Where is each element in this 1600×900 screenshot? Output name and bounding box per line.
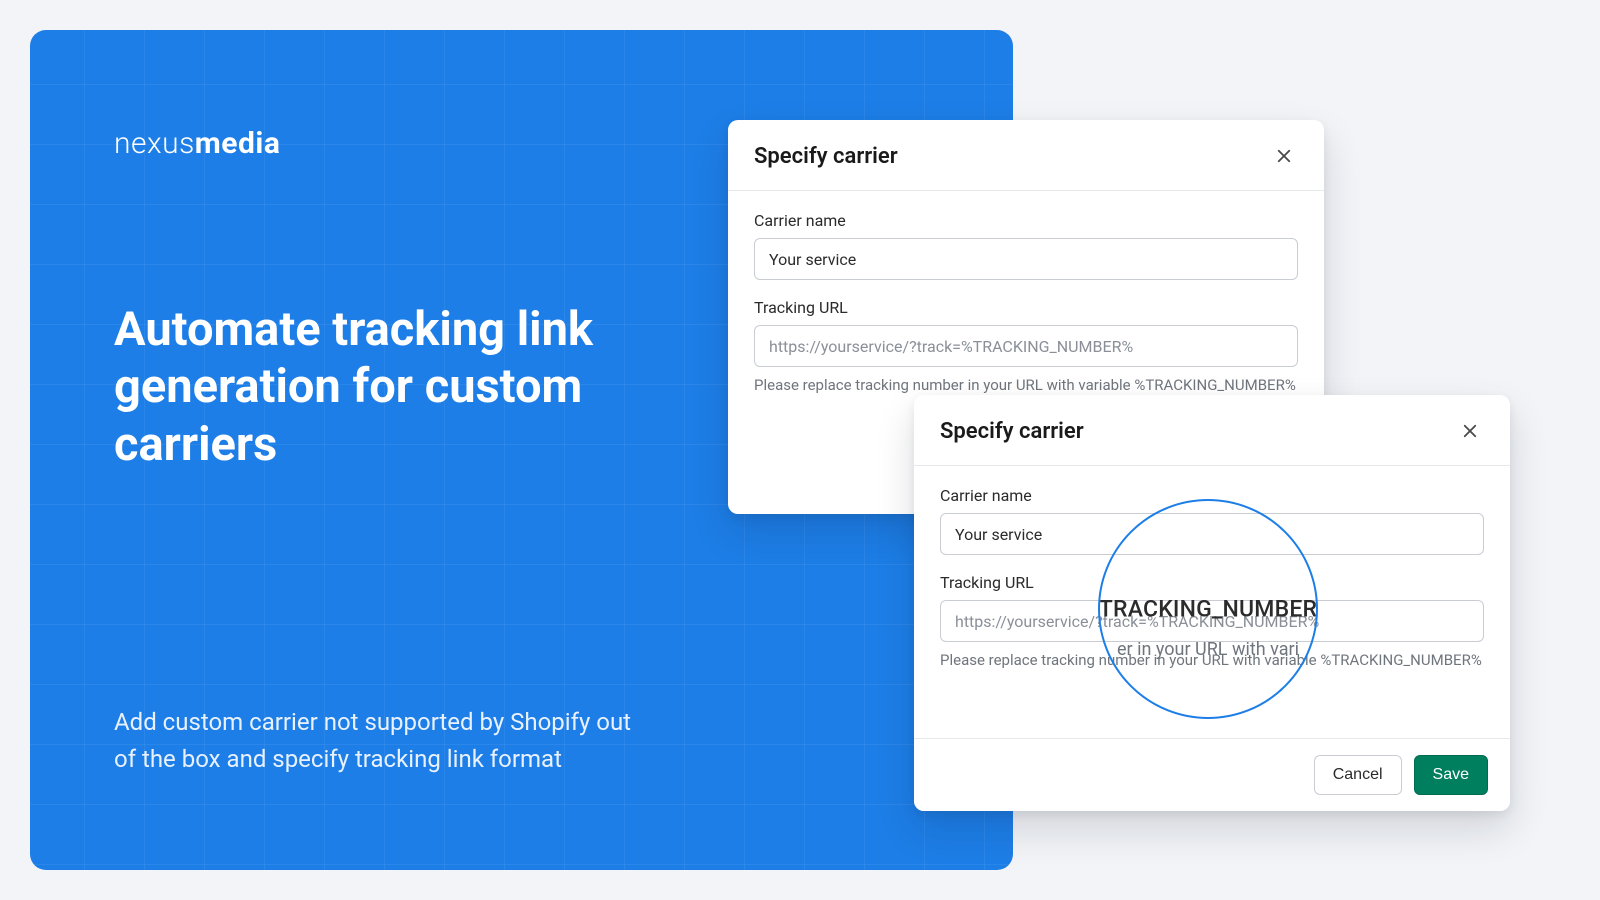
modal-body: Carrier name Tracking URL Please replace… <box>914 466 1510 698</box>
tracking-url-input[interactable] <box>754 325 1298 367</box>
modal-header: Specify carrier <box>914 395 1510 466</box>
carrier-name-label: Carrier name <box>940 486 1484 505</box>
tracking-url-field: Tracking URL Please replace tracking num… <box>754 298 1298 397</box>
tracking-url-input[interactable] <box>940 600 1484 642</box>
hero-subcopy: Add custom carrier not supported by Shop… <box>114 704 634 778</box>
tracking-url-label: Tracking URL <box>754 298 1298 317</box>
brand-light: nexus <box>114 126 195 161</box>
close-icon <box>1275 147 1293 165</box>
tracking-url-help: Please replace tracking number in your U… <box>754 375 1298 397</box>
modal-body: Carrier name Tracking URL Please replace… <box>728 191 1324 423</box>
close-button[interactable] <box>1270 142 1298 170</box>
specify-carrier-modal-front: Specify carrier Carrier name Tracking UR… <box>914 395 1510 811</box>
tracking-url-help: Please replace tracking number in your U… <box>940 650 1484 672</box>
modal-header: Specify carrier <box>728 120 1324 191</box>
brand-bold: media <box>195 126 281 161</box>
carrier-name-field: Carrier name <box>754 211 1298 280</box>
modal-footer: Cancel Save <box>914 738 1510 811</box>
close-button[interactable] <box>1456 417 1484 445</box>
carrier-name-input[interactable] <box>754 238 1298 280</box>
hero-headline: Automate tracking link generation for cu… <box>114 301 734 473</box>
carrier-name-input[interactable] <box>940 513 1484 555</box>
carrier-name-label: Carrier name <box>754 211 1298 230</box>
cancel-button[interactable]: Cancel <box>1314 755 1402 795</box>
close-icon <box>1461 422 1479 440</box>
save-button[interactable]: Save <box>1414 755 1488 795</box>
carrier-name-field: Carrier name <box>940 486 1484 555</box>
modal-title: Specify carrier <box>754 144 898 169</box>
tracking-url-label: Tracking URL <box>940 573 1484 592</box>
tracking-url-field: Tracking URL Please replace tracking num… <box>940 573 1484 672</box>
modal-title: Specify carrier <box>940 419 1084 444</box>
